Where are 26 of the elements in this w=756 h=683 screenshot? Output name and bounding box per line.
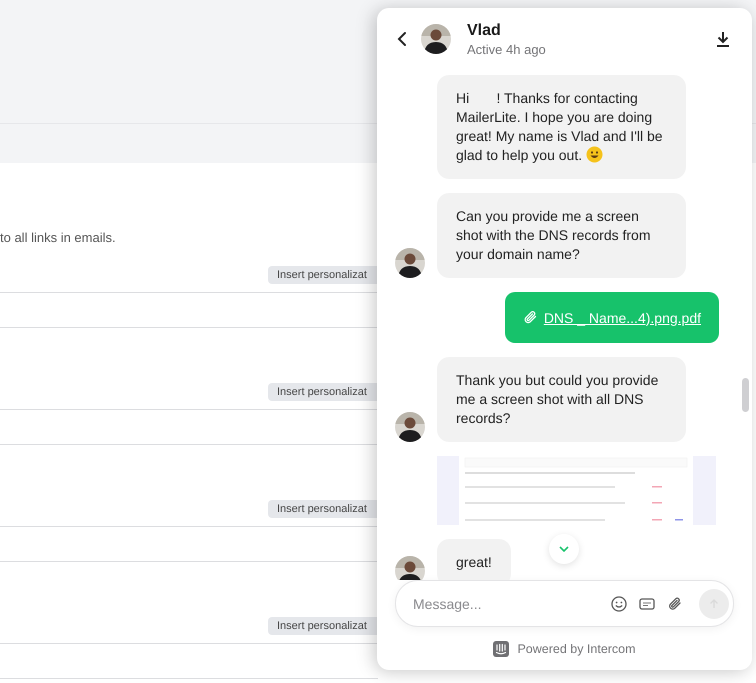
emoji-icon[interactable] xyxy=(611,596,627,612)
avatar xyxy=(421,24,451,54)
avatar xyxy=(395,556,425,580)
message-bubble: Can you provide me a screen shot with the DNS records from your domain name? xyxy=(437,193,686,278)
message-bubble: Hi ! Thanks for contacting MailerLite. I hope you are doing great! My name is Vlad and I'll be glad to help you out. xyxy=(437,75,686,179)
download-icon[interactable] xyxy=(716,31,730,47)
message-bubble: great! xyxy=(437,539,511,580)
personalization-tag[interactable]: Insert personalizat xyxy=(268,266,378,284)
gif-icon[interactable] xyxy=(639,598,655,610)
back-icon[interactable] xyxy=(397,31,407,47)
avatar xyxy=(395,412,425,442)
paperclip-icon xyxy=(522,309,538,326)
description-text: to all links in emails. xyxy=(0,229,117,247)
smiley-icon xyxy=(586,146,603,163)
agent-status: Active 4h ago xyxy=(467,42,547,56)
message-bubble: Thank you but could you provide me a screen shot with all DNS records? xyxy=(437,357,686,442)
personalization-tag[interactable]: Insert personalizat xyxy=(268,617,378,635)
personalization-tag[interactable]: Insert personalizat xyxy=(268,383,378,401)
attachment-icon[interactable] xyxy=(667,596,683,612)
avatar xyxy=(395,248,425,278)
agent-name: Vlad xyxy=(467,22,502,40)
intercom-logo-icon xyxy=(493,641,510,657)
chevron-down-icon xyxy=(559,546,569,552)
scrollbar-thumb[interactable] xyxy=(742,378,749,412)
powered-by-text[interactable]: Powered by Intercom xyxy=(517,642,636,656)
personalization-tag[interactable]: Insert personalizat xyxy=(268,500,378,518)
